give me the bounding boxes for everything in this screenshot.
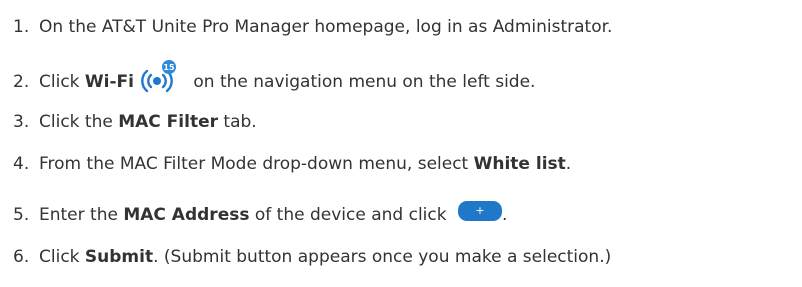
wifi-badge: 15 [163,63,175,72]
white-list-label: White list [473,154,566,174]
step-number: 6. [13,247,30,267]
step-number: 3. [13,112,30,132]
step-number: 1. [13,17,30,37]
step-text: tab. [218,112,257,132]
step-text: On the AT&T Unite Pro Manager homepage, … [39,17,613,37]
step-text: Click [39,247,85,267]
step-5: 5. Enter the MAC Address of the device an… [13,201,508,227]
step-text: Click the [39,112,119,132]
step-text: of the device and click [249,205,452,225]
add-button: + [457,201,502,221]
step-1: 1. On the AT&T Unite Pro Manager homepage… [13,15,612,39]
step-text: . [565,154,572,174]
step-text: Enter the [39,205,124,225]
step-text: Click [39,72,85,92]
step-6: 6. Click Submit. (Submit button appears o… [13,245,611,269]
step-number: 4. [13,154,30,174]
step-number: 5. [13,205,30,225]
instruction-steps: 1. On the AT&T Unite Pro Manager homepage… [0,0,802,287]
step-text: on the navigation menu on the left side. [188,72,536,92]
step-text: . [501,205,508,225]
step-4: 4. From the MAC Filter Mode drop-down men… [13,152,571,176]
step-number: 2. [13,72,30,92]
wifi-label: Wi-Fi [84,72,134,92]
mac-filter-label: MAC Filter [118,112,218,132]
step-2: 2. Click Wi-Fi 15 on the navigation menu … [13,60,536,99]
step-3: 3. Click the MAC Filter tab. [13,110,257,134]
mac-address-label: MAC Address [123,205,250,225]
step-text: From the MAC Filter Mode drop-down menu,… [39,154,474,174]
wifi-icon: 15 [141,60,176,93]
submit-label: Submit [84,247,154,267]
plus-icon: + [475,204,485,217]
step-text: . (Submit button appears once you make a… [153,247,612,267]
